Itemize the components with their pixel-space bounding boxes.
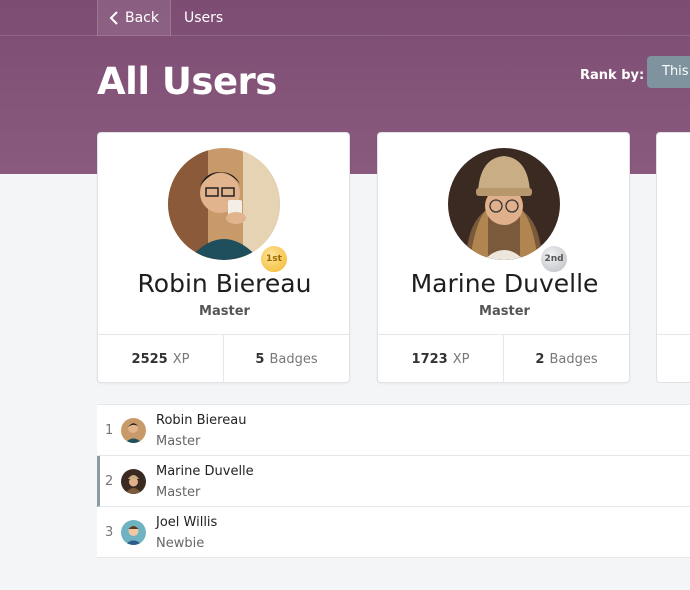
badges-unit: Badges [549,351,598,367]
user-rank: Master [199,304,250,319]
user-photo-icon [448,148,560,260]
user-rank: Master [479,304,530,319]
xp-value: 2525 [131,351,168,367]
xp-stat: 1723 XP [378,335,503,383]
row-user-name: Marine Duvelle [156,464,254,479]
row-user-rank: Master [156,434,201,449]
badges-value: 5 [255,351,265,367]
badges-stat: 5 Badges [223,335,349,383]
row-position: 2 [105,474,114,489]
badges-value: 2 [535,351,545,367]
user-photo-icon [168,148,280,260]
avatar-container: 2nd [448,148,569,274]
top-navbar: Back Users [0,0,690,36]
row-user-rank: Master [156,485,201,500]
rank-by-label: Rank by: [580,68,645,83]
user-stats: 1723 XP 2 Badges [378,334,629,383]
user-photo-icon [121,469,146,494]
user-name[interactable]: Robin Biereau [98,269,351,298]
badges-stat: 2 Badges [503,335,629,383]
avatar [121,418,146,443]
avatar [168,148,280,260]
row-position: 3 [105,525,114,540]
leaderboard-row[interactable]: 2 Marine Duvelle Master [97,456,690,507]
xp-unit: XP [172,351,190,367]
user-photo-icon [121,418,146,443]
leaderboard-list: 1 Robin Biereau Master 2 Marine Duvelle … [97,404,690,558]
podium-card[interactable]: 1st Robin Biereau Master 2525 XP 5 Badge… [97,132,350,383]
user-photo-icon [121,520,146,545]
breadcrumb[interactable]: Users [184,0,223,36]
avatar-container: 1st [168,148,289,274]
back-label: Back [125,10,159,26]
leaderboard-row[interactable]: 1 Robin Biereau Master [97,405,690,456]
avatar [121,469,146,494]
row-position: 1 [105,423,114,438]
xp-unit: XP [452,351,470,367]
podium-card-partial[interactable] [656,132,690,383]
badges-unit: Badges [269,351,318,367]
chevron-left-icon [109,11,118,25]
back-button[interactable]: Back [97,0,171,36]
page-title: All Users [97,60,277,103]
row-user-rank: Newbie [156,536,205,551]
user-name[interactable]: Marine Duvelle [378,269,631,298]
avatar [448,148,560,260]
row-user-name: Robin Biereau [156,413,247,428]
xp-value: 1723 [411,351,448,367]
row-user-name: Joel Willis [156,515,218,530]
leaderboard-row[interactable]: 3 Joel Willis Newbie [97,507,690,558]
rank-by-button[interactable]: This [647,56,690,88]
xp-stat: 2525 XP [98,335,223,383]
user-stats: 2525 XP 5 Badges [98,334,349,383]
divider [657,334,690,335]
podium-card[interactable]: 2nd Marine Duvelle Master 1723 XP 2 Badg… [377,132,630,383]
avatar [121,520,146,545]
